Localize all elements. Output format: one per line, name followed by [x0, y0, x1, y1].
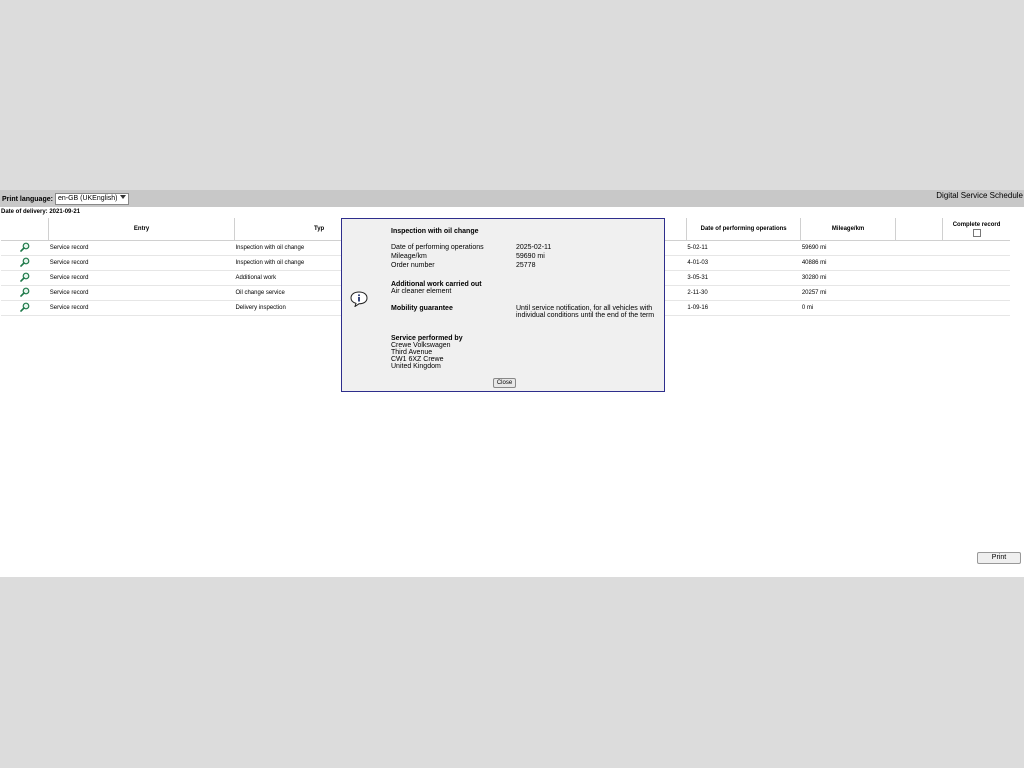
- print-language-label: Print language:: [2, 195, 53, 203]
- mileage-cell: 59690 mi: [800, 240, 896, 256]
- date-row: Date of performing operations 2025-02-11: [391, 244, 551, 251]
- mileage-cell: 20257 mi: [800, 285, 896, 301]
- complete-cell: [942, 285, 1010, 301]
- additional-work-heading: Additional work carried out: [391, 281, 482, 288]
- dealer-line-2: Third Avenue: [391, 349, 433, 356]
- mileage-row: Mileage/km 59690 mi: [391, 253, 545, 260]
- top-bar: Print language: en-GB (UKEnglish) Digita…: [0, 190, 1024, 207]
- col-blank: [894, 218, 943, 241]
- col-mileage: Mileage/km: [800, 218, 896, 241]
- service-performed-heading: Service performed by: [391, 335, 463, 342]
- complete-cell: [942, 255, 1010, 271]
- print-language-value: en-GB (UKEnglish): [57, 195, 118, 202]
- date-cell: 4-01-03: [686, 255, 801, 271]
- mobility-guarantee-value: Until service notification, for all vehi…: [516, 305, 655, 319]
- col-entry: Entry: [48, 218, 235, 241]
- dealer-line-4: United Kingdom: [391, 363, 441, 370]
- row-view-cell: [1, 300, 49, 316]
- row-view-cell: [1, 255, 49, 271]
- additional-work-item: Air cleaner element: [391, 288, 452, 295]
- order-row: Order number 25778: [391, 262, 535, 269]
- magnifier-icon[interactable]: [20, 287, 30, 297]
- complete-record-checkbox[interactable]: [972, 228, 981, 237]
- close-button[interactable]: Close: [493, 378, 516, 388]
- entry-cell: Service record: [48, 270, 235, 286]
- row-view-cell: [1, 285, 49, 301]
- complete-record-label: Complete record: [952, 221, 1001, 228]
- blank-cell: [895, 240, 943, 256]
- chevron-down-icon: [120, 194, 127, 204]
- col-complete: Complete record: [942, 218, 1010, 241]
- magnifier-icon[interactable]: [20, 242, 30, 252]
- blank-cell: [895, 285, 943, 301]
- complete-cell: [942, 240, 1010, 256]
- date-cell: 2-11-30: [686, 285, 801, 301]
- delivery-date: Date of delivery: 2021-09-21: [1, 209, 81, 215]
- complete-cell: [942, 270, 1010, 286]
- mileage-cell: 40886 mi: [800, 255, 896, 271]
- dealer-line-3: CW1 6XZ Crewe: [391, 356, 444, 363]
- blank-cell: [895, 255, 943, 271]
- entry-cell: Service record: [48, 285, 235, 301]
- col-icon: [1, 218, 49, 241]
- mileage-cell: 0 mi: [800, 300, 896, 316]
- col-date: Date of performing operations: [685, 218, 801, 241]
- date-value: 2025-02-11: [516, 244, 552, 251]
- date-cell: 3-05-31: [686, 270, 801, 286]
- order-value: 25778: [516, 262, 536, 269]
- date-cell: 1-09-16: [686, 300, 801, 316]
- mileage-label: Mileage/km: [391, 253, 427, 260]
- print-language-select[interactable]: en-GB (UKEnglish): [54, 193, 130, 205]
- blank-cell: [895, 300, 943, 316]
- app-title: Digital Service Schedule: [936, 191, 1023, 200]
- row-view-cell: [1, 240, 49, 256]
- record-details-dialog: Inspection with oil change Date of perfo…: [341, 218, 665, 392]
- complete-cell: [942, 300, 1010, 316]
- mileage-cell: 30280 mi: [800, 270, 896, 286]
- entry-cell: Service record: [48, 300, 235, 316]
- dialog-title: Inspection with oil change: [391, 228, 479, 235]
- row-view-cell: [1, 270, 49, 286]
- mobility-guarantee-label: Mobility guarantee: [391, 305, 453, 312]
- date-cell: 5-02-11: [686, 240, 801, 256]
- dealer-line-1: Crewe Volkswagen: [391, 342, 451, 349]
- magnifier-icon[interactable]: [20, 272, 30, 282]
- print-language: Print language: en-GB (UKEnglish): [2, 193, 130, 205]
- order-label: Order number: [391, 262, 435, 269]
- entry-cell: Service record: [48, 255, 235, 271]
- blank-cell: [895, 270, 943, 286]
- entry-cell: Service record: [48, 240, 235, 256]
- date-label: Date of performing operations: [391, 244, 484, 251]
- info-icon: [350, 291, 368, 307]
- magnifier-icon[interactable]: [20, 257, 30, 267]
- magnifier-icon[interactable]: [20, 302, 30, 312]
- mileage-value: 59690 mi: [516, 253, 545, 260]
- print-button[interactable]: Print: [977, 552, 1021, 564]
